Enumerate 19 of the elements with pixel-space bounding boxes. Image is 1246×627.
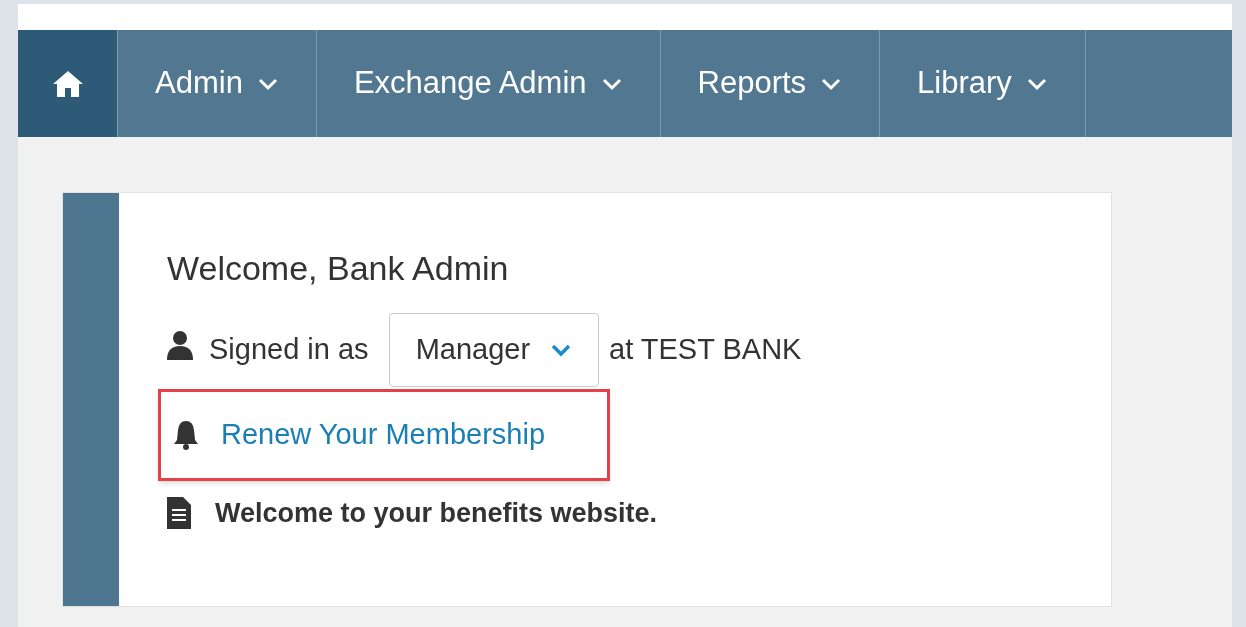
nav-menu-button[interactable]: Reports [660,30,881,137]
welcome-heading: Welcome, Bank Admin [167,251,510,285]
chevron-down-icon [550,343,573,357]
organization-text: at TEST BANK [609,332,802,368]
nav-menu-button[interactable]: Exchange Admin [316,30,661,137]
role-dropdown[interactable]: Manager [388,313,600,387]
nav-menu-button[interactable]: Admin [118,30,317,137]
chevron-down-icon [256,76,279,91]
welcome-message: Welcome to your benefits website. [215,497,658,530]
bell-icon [173,420,199,450]
signed-in-label: Signed in as [209,332,369,368]
renew-membership-link[interactable]: Renew Your Membership [221,413,545,457]
chevron-down-icon [1025,76,1048,91]
chevron-down-icon [820,76,843,91]
home-button[interactable] [18,30,118,137]
chevron-down-icon [600,76,623,91]
nav-menu-button[interactable]: Library [880,30,1086,137]
document-icon [167,497,191,530]
user-icon [167,330,193,360]
